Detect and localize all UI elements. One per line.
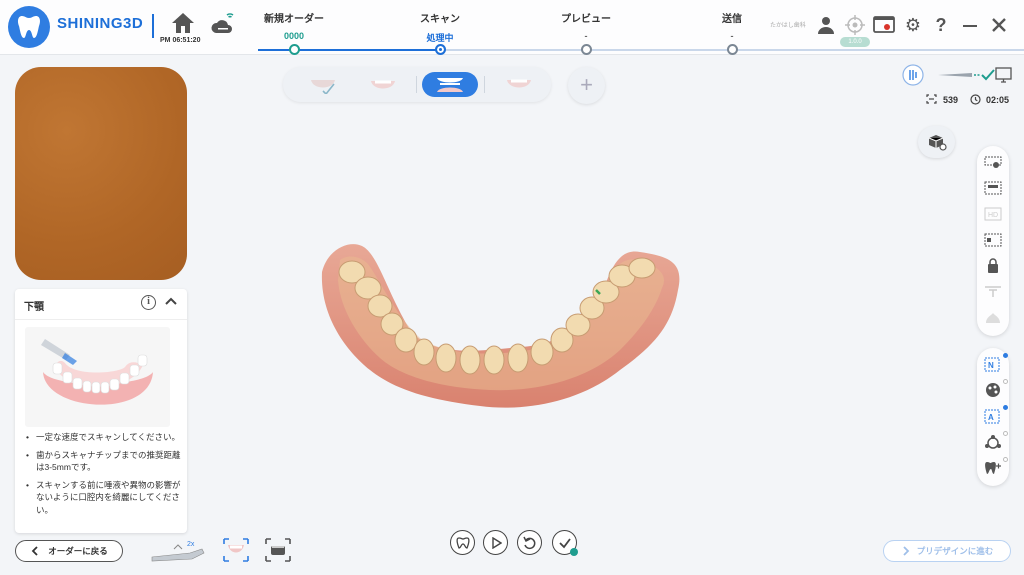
user-icon[interactable] — [815, 14, 837, 36]
guide-tip: 歯からスキャナチップまでの推奨距離は3-5mmです。 — [24, 449, 182, 474]
step-value: 処理中 — [426, 33, 454, 43]
lower-jaw-illustration — [25, 327, 170, 427]
hd-icon[interactable]: HD — [984, 205, 1002, 223]
divider — [15, 319, 187, 320]
step-value: 0000 — [283, 31, 305, 41]
step-preview[interactable]: プレビュー - — [536, 10, 636, 41]
scan-guide-card: 下顎 i 一定な速度でスキャンしてください。 歯か — [15, 289, 187, 533]
svg-text:A: A — [988, 413, 994, 422]
camera-preview — [15, 67, 187, 280]
minimize-icon[interactable] — [959, 14, 981, 36]
auto-detect-icon[interactable]: N — [984, 355, 1002, 373]
guide-tip: 一定な速度でスキャンしてください。 — [24, 431, 182, 444]
step-value: - — [584, 31, 588, 41]
edit-toolbar: HD — [977, 146, 1009, 336]
next-predesign-button[interactable]: プリデザインに進む — [883, 540, 1011, 562]
step-value: - — [730, 31, 734, 41]
lower-jaw-3d-model[interactable] — [300, 230, 700, 420]
help-icon[interactable]: ? — [930, 14, 952, 36]
home-icon[interactable] — [171, 12, 195, 34]
guide-tip: スキャンする前に唾液や異物の影響がないように口腔内を綺麗にしてください。 — [24, 479, 182, 517]
model-layers-icon[interactable] — [984, 309, 1002, 327]
guide-title: 下顎 — [24, 302, 44, 313]
lasso-select-icon[interactable] — [984, 179, 1002, 197]
step-dot-preview — [581, 44, 592, 55]
tab-divider — [416, 76, 417, 93]
tooth-logo-icon — [8, 6, 50, 48]
step-scan[interactable]: スキャン 処理中 — [390, 10, 490, 44]
info-icon[interactable]: i — [141, 295, 156, 310]
align-axis-icon[interactable] — [984, 433, 1002, 451]
tab-divider — [484, 76, 485, 93]
scan-mode-teeth-icon[interactable] — [222, 536, 250, 564]
step-dot-scan — [435, 44, 446, 55]
indicator-dot — [1003, 405, 1008, 410]
brand-name: SHINING3D — [57, 15, 144, 32]
ai-detect-icon[interactable]: A — [984, 407, 1002, 425]
undo-button[interactable] — [517, 530, 542, 555]
scanner-multiplier: 2x — [187, 541, 195, 548]
indicator-dot — [1003, 457, 1008, 462]
close-icon[interactable] — [988, 14, 1010, 36]
scanner-status — [902, 64, 1014, 86]
guide-tips: 一定な速度でスキャンしてください。 歯からスキャナチップまでの推奨距離は3-5m… — [24, 431, 182, 521]
step-dot-send — [727, 44, 738, 55]
version-badge: 1.0.0 — [840, 37, 870, 47]
back-button-label: オーダーに戻る — [48, 546, 108, 556]
lock-icon[interactable] — [984, 257, 1002, 275]
confirm-status-dot — [570, 548, 578, 556]
calibration-target-icon[interactable] — [844, 14, 866, 36]
settings-gear-icon[interactable]: ⚙ — [902, 14, 924, 36]
user-name: たかはし歯科 — [770, 23, 806, 29]
tab-lower-jaw[interactable]: 下顎 — [355, 72, 411, 97]
cloud-connection-icon[interactable] — [210, 12, 236, 36]
view-toolbar: N A — [977, 348, 1009, 486]
elapsed-time-value: 02:05 — [986, 95, 1010, 105]
elapsed-time: 02:05 — [970, 94, 1009, 105]
step-title: プレビュー — [561, 14, 611, 25]
select-region-icon[interactable] — [984, 153, 1002, 171]
frame-count-value: 539 — [943, 95, 959, 105]
texture-color-icon[interactable] — [984, 381, 1002, 399]
screen-record-icon[interactable] — [873, 14, 895, 36]
scan-mode-model-icon[interactable] — [264, 536, 292, 564]
tab-upper-jaw[interactable]: 上顎 — [295, 72, 351, 97]
step-new-order[interactable]: 新規オーダー 0000 — [244, 10, 344, 41]
scan-type-tabs: 上顎 下顎 咬合 追加 — [283, 67, 551, 102]
add-scan-button[interactable]: + — [568, 67, 605, 104]
step-send[interactable]: 送信 - — [682, 10, 782, 41]
frame-count: 539 — [926, 94, 958, 105]
clock-time: PM 06:51:20 — [160, 37, 201, 44]
scanner-handpiece-icon[interactable]: 2x — [150, 536, 210, 564]
tooth-view-button[interactable] — [450, 530, 475, 555]
progress-line-done — [258, 49, 440, 51]
step-dot-new-order — [289, 44, 300, 55]
indicator-dot — [1003, 431, 1008, 436]
trim-icon[interactable] — [984, 283, 1002, 301]
svg-text:N: N — [988, 361, 994, 370]
back-to-order-button[interactable]: オーダーに戻る — [15, 540, 123, 562]
svg-text:HD: HD — [988, 212, 998, 219]
indicator-dot — [1003, 379, 1008, 384]
crop-icon[interactable] — [984, 231, 1002, 249]
view-cube-button[interactable] — [918, 126, 955, 158]
step-title: 送信 — [722, 14, 742, 25]
tab-extra[interactable]: 追加 — [491, 72, 547, 97]
step-title: 新規オーダー — [264, 14, 324, 25]
divider — [152, 14, 154, 38]
indicator-dot — [1003, 353, 1008, 358]
chevron-up-icon[interactable] — [164, 295, 178, 309]
next-button-label: プリデザインに進む — [916, 546, 994, 556]
tooth-analysis-icon[interactable] — [984, 459, 1002, 477]
step-title: スキャン — [420, 14, 460, 25]
play-scan-button[interactable] — [483, 530, 508, 555]
top-bar: SHINING3D PM 06:51:20 新規オーダー 0000 スキャン 処… — [0, 0, 1024, 55]
tab-bite[interactable]: 咬合 — [422, 72, 478, 97]
